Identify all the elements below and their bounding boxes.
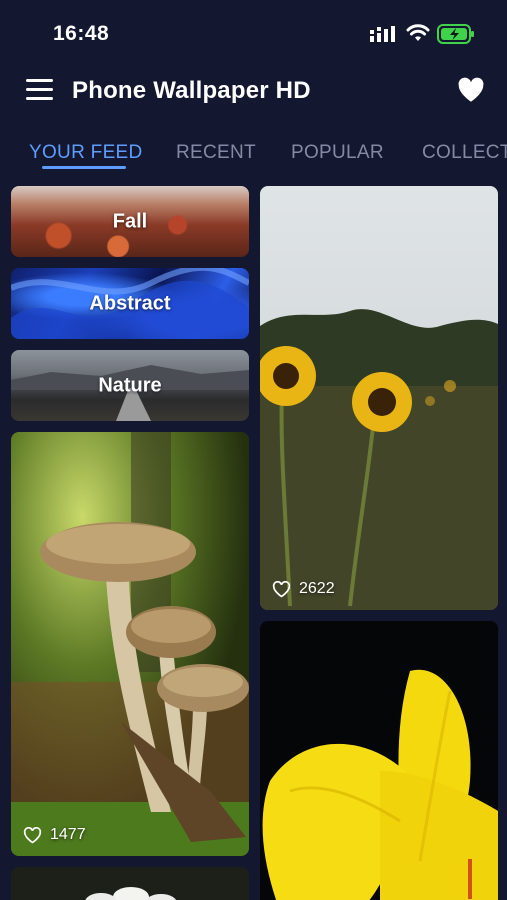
wallpaper-card-mushrooms[interactable]: 1477	[11, 432, 249, 856]
yellow-lily-photo	[260, 621, 498, 900]
wifi-icon	[406, 24, 430, 41]
like-count-value: 1477	[50, 826, 86, 843]
active-tab-indicator	[42, 166, 126, 169]
category-card-fall[interactable]: Fall	[11, 186, 249, 257]
tab-bar: YOUR FEED RECENT POPULAR COLLECTIONS	[0, 138, 507, 174]
wallpaper-card-daisy[interactable]	[11, 867, 249, 900]
category-label: Abstract	[89, 292, 171, 314]
category-card-abstract[interactable]: Abstract	[11, 268, 249, 339]
tab-your-feed[interactable]: YOUR FEED	[29, 142, 143, 164]
app-title: Phone Wallpaper HD	[72, 77, 311, 104]
mushroom-photo	[11, 432, 249, 856]
battery-charging-icon	[437, 24, 474, 44]
menu-button[interactable]	[26, 79, 54, 101]
heart-outline-icon	[23, 826, 42, 843]
status-time: 16:48	[53, 22, 110, 45]
status-bar: 16:48	[0, 0, 507, 62]
daisy-photo	[11, 867, 249, 900]
favorites-heart-icon[interactable]	[457, 77, 485, 103]
tab-popular[interactable]: POPULAR	[291, 142, 384, 164]
like-count-value: 2622	[299, 580, 335, 597]
heart-outline-icon	[272, 580, 291, 597]
sunflower-photo	[260, 186, 498, 610]
tab-collections[interactable]: COLLECTIONS	[422, 142, 507, 164]
cellular-signal-icon	[370, 26, 395, 42]
category-label: Nature	[98, 374, 162, 396]
like-count[interactable]: 1477	[23, 826, 86, 844]
wallpaper-card-lily[interactable]	[260, 621, 498, 900]
like-count[interactable]: 2622	[272, 580, 335, 598]
category-label: Fall	[112, 210, 148, 232]
wallpaper-card-sunflowers[interactable]: 2622	[260, 186, 498, 610]
tab-recent[interactable]: RECENT	[176, 142, 256, 164]
category-card-nature[interactable]: Nature	[11, 350, 249, 421]
